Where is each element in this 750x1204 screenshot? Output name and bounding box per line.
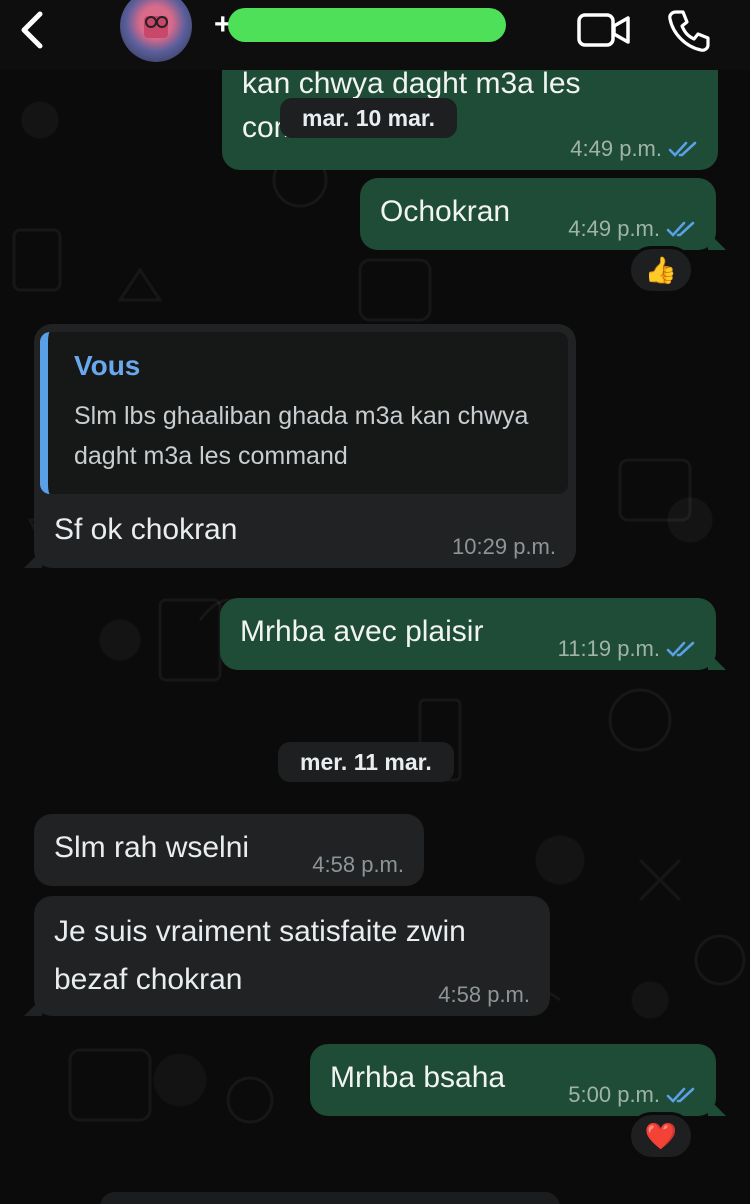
message-meta: 4:49 p.m. — [568, 218, 696, 240]
message-outgoing[interactable]: Mrhba avec plaisir 11:19 p.m. — [220, 598, 716, 670]
read-receipt-icon — [666, 1087, 695, 1103]
read-receipt-icon — [668, 141, 697, 157]
message-meta: 4:58 p.m. — [312, 854, 404, 876]
message-time: 4:49 p.m. — [568, 216, 660, 241]
read-receipt-icon — [666, 641, 695, 657]
date-separator: mar. 10 mar. — [280, 98, 457, 138]
message-meta: 4:58 p.m. — [438, 984, 530, 1006]
avatar-image — [144, 16, 168, 38]
chevron-left-icon — [21, 11, 43, 49]
composer-bar[interactable] — [100, 1192, 560, 1204]
message-text: Ochokran — [380, 195, 511, 228]
read-receipt-icon — [666, 221, 695, 237]
video-camera-icon — [577, 13, 630, 47]
message-time: 10:29 p.m. — [452, 534, 556, 559]
message-text: Mrhba bsaha — [330, 1061, 506, 1094]
contact-avatar[interactable] — [120, 0, 192, 62]
message-meta: 5:00 p.m. — [568, 1084, 696, 1106]
message-meta: 11:19 p.m. — [558, 638, 696, 660]
message-time: 4:58 p.m. — [438, 982, 530, 1007]
message-meta: 10:29 p.m. — [452, 536, 556, 558]
heart-emoji: ❤️ — [644, 1120, 678, 1151]
chat-header: +2 — [0, 0, 750, 70]
message-outgoing[interactable]: Mrhba bsaha 5:00 p.m. — [310, 1044, 716, 1116]
message-outgoing[interactable]: Ochokran 4:49 p.m. — [360, 178, 716, 250]
message-text: Slm rah wselni — [54, 831, 250, 864]
reaction-badge[interactable]: ❤️ — [628, 1112, 694, 1160]
reaction-badge[interactable]: 👍 — [628, 246, 694, 294]
voice-call-button[interactable] — [666, 8, 712, 54]
quoted-message[interactable]: Vous Slm lbs ghaaliban ghada m3a kan chw… — [40, 332, 568, 494]
date-separator: mer. 11 mar. — [278, 742, 454, 782]
message-incoming[interactable]: Je suis vraiment satisfaite zwin bezaf c… — [34, 896, 550, 1016]
video-call-button[interactable] — [576, 10, 632, 50]
message-time: 5:00 p.m. — [568, 1082, 660, 1107]
phone-icon — [668, 10, 710, 52]
message-time: 11:19 p.m. — [557, 636, 660, 661]
quote-text: Slm lbs ghaaliban ghada m3a kan chwya da… — [74, 402, 529, 470]
message-meta: 4:49 p.m. — [570, 138, 698, 160]
back-button[interactable] — [14, 8, 48, 52]
quote-author: Vous — [74, 350, 141, 381]
message-incoming[interactable]: Slm rah wselni 4:58 p.m. — [34, 814, 424, 886]
thumbs-up-emoji: 👍 — [644, 254, 678, 285]
message-time: 4:49 p.m. — [570, 136, 662, 161]
message-time: 4:58 p.m. — [312, 852, 404, 877]
redacted-contact-number — [228, 8, 506, 42]
message-text: Mrhba avec plaisir — [240, 615, 484, 648]
message-text: Sf ok chokran — [54, 513, 238, 546]
